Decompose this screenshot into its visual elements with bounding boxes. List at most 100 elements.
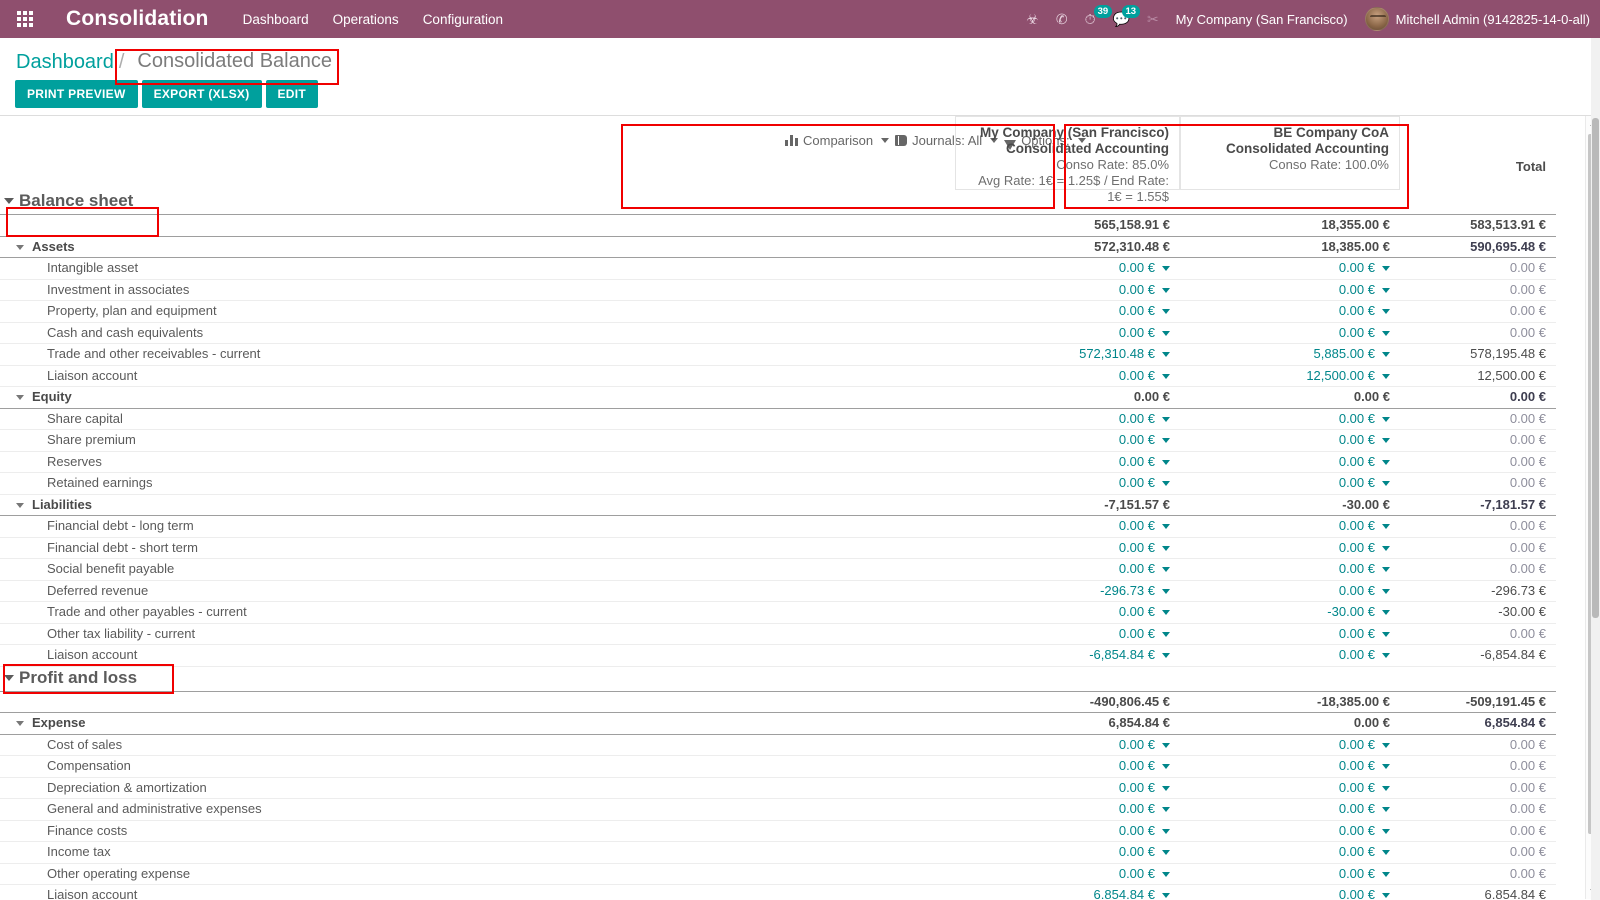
cell-dropdown-caret-icon[interactable] (1162, 893, 1170, 899)
cell-company-2[interactable]: 0.00 € (1180, 472, 1400, 495)
cell-dropdown-caret-icon[interactable] (1382, 481, 1390, 487)
cell-company-1[interactable]: -6,854.84 € (955, 644, 1180, 667)
cell-dropdown-caret-icon[interactable] (1162, 481, 1170, 487)
cell-company-1[interactable]: 0.00 € (955, 755, 1180, 778)
cell-company-1[interactable]: -296.73 € (955, 580, 1180, 602)
cell-company-2[interactable]: 0.00 € (1180, 580, 1400, 602)
cell-company-2[interactable]: 0.00 € (1180, 798, 1400, 821)
section-toggle-profit-and-loss[interactable]: Profit and loss (0, 667, 147, 691)
cell-dropdown-caret-icon[interactable] (1382, 438, 1390, 444)
table-row[interactable]: Cash and cash equivalents 0.00 € 0.00 € 0.0… (0, 322, 1556, 344)
table-row[interactable]: Property, plan and equipment 0.00 € 0.00 €… (0, 300, 1556, 323)
cell-company-1[interactable]: 0.00 € (955, 451, 1180, 473)
cell-dropdown-caret-icon[interactable] (1162, 567, 1170, 573)
cell-dropdown-caret-icon[interactable] (1382, 567, 1390, 573)
menu-item-operations[interactable]: Operations (333, 12, 399, 27)
cell-dropdown-caret-icon[interactable] (1162, 287, 1170, 293)
cell-company-1[interactable]: 0.00 € (955, 279, 1180, 301)
table-row[interactable]: Deferred revenue -296.73 € 0.00 € -296.73 € (0, 580, 1556, 602)
cell-dropdown-caret-icon[interactable] (1382, 524, 1390, 530)
cell-company-2[interactable]: 0.00 € (1180, 408, 1400, 430)
caret-down-icon[interactable] (16, 502, 24, 508)
messages-icon[interactable]: 💬 13 (1113, 5, 1141, 26)
table-row[interactable]: Finance costs 0.00 € 0.00 € 0.00 € (0, 820, 1556, 842)
menu-item-dashboard[interactable]: Dashboard (243, 12, 309, 27)
cell-dropdown-caret-icon[interactable] (1162, 416, 1170, 422)
activity-clock-icon[interactable]: ⏱ 39 (1085, 5, 1113, 26)
report-section-banner-row[interactable]: Profit and loss (0, 666, 1556, 692)
apps-grid-icon[interactable] (6, 0, 44, 38)
cell-company-2[interactable]: 0.00 € (1180, 863, 1400, 885)
cell-company-1[interactable]: 0.00 € (955, 820, 1180, 842)
cell-dropdown-caret-icon[interactable] (1382, 330, 1390, 336)
table-row[interactable]: Other tax liability - current 0.00 € 0.00 … (0, 623, 1556, 645)
cell-dropdown-caret-icon[interactable] (1382, 545, 1390, 551)
page-scrollbar-thumb[interactable] (1592, 118, 1599, 618)
cell-company-2[interactable]: 0.00 € (1180, 558, 1400, 581)
caret-down-icon[interactable] (4, 198, 14, 204)
cell-dropdown-caret-icon[interactable] (1162, 807, 1170, 813)
cell-dropdown-caret-icon[interactable] (1162, 438, 1170, 444)
cell-dropdown-caret-icon[interactable] (1382, 653, 1390, 659)
cell-company-2[interactable]: 5,885.00 € (1180, 343, 1400, 366)
cell-dropdown-caret-icon[interactable] (1162, 266, 1170, 272)
cell-company-2[interactable]: 0.00 € (1180, 644, 1400, 667)
cell-company-1[interactable]: 0.00 € (955, 515, 1180, 538)
cell-company-2[interactable]: 0.00 € (1180, 623, 1400, 645)
column-header-company-1[interactable]: My Company (San Francisco) Consolidated … (955, 116, 1180, 204)
page-vertical-scrollbar[interactable] (1591, 38, 1600, 900)
table-row[interactable]: Assets 572,310.48 € 18,385.00 € 590,695.48 … (0, 236, 1556, 258)
menu-item-configuration[interactable]: Configuration (423, 12, 503, 27)
cell-dropdown-caret-icon[interactable] (1382, 459, 1390, 465)
table-row[interactable]: Expense 6,854.84 € 0.00 € 6,854.84 € (0, 712, 1556, 735)
table-row[interactable]: Share capital 0.00 € 0.00 € 0.00 € (0, 408, 1556, 430)
cell-dropdown-caret-icon[interactable] (1162, 785, 1170, 791)
cell-dropdown-caret-icon[interactable] (1382, 610, 1390, 616)
table-row[interactable]: General and administrative expenses 0.00 … (0, 798, 1556, 821)
cell-company-1[interactable]: 0.00 € (955, 798, 1180, 821)
cell-dropdown-caret-icon[interactable] (1382, 352, 1390, 358)
cell-dropdown-caret-icon[interactable] (1382, 416, 1390, 422)
cell-dropdown-caret-icon[interactable] (1382, 871, 1390, 877)
table-row[interactable]: Retained earnings 0.00 € 0.00 € 0.00 € (0, 472, 1556, 495)
cell-company-1[interactable]: 0.00 € (955, 365, 1180, 387)
cell-dropdown-caret-icon[interactable] (1382, 828, 1390, 834)
table-row[interactable]: Financial debt - short term 0.00 € 0.00 € 0… (0, 537, 1556, 559)
caret-down-icon[interactable] (16, 244, 24, 250)
cell-dropdown-caret-icon[interactable] (1382, 850, 1390, 856)
cell-company-1[interactable]: 572,310.48 € (955, 343, 1180, 366)
cell-company-1[interactable]: 0.00 € (955, 300, 1180, 323)
cell-dropdown-caret-icon[interactable] (1382, 893, 1390, 899)
cell-dropdown-caret-icon[interactable] (1162, 309, 1170, 315)
caret-down-icon[interactable] (16, 721, 24, 727)
cell-dropdown-caret-icon[interactable] (1382, 373, 1390, 379)
cell-company-2[interactable]: 0.00 € (1180, 322, 1400, 344)
cell-company-2[interactable]: 0.00 € (1180, 429, 1400, 452)
cell-dropdown-caret-icon[interactable] (1162, 373, 1170, 379)
cell-dropdown-caret-icon[interactable] (1382, 807, 1390, 813)
cell-company-1[interactable]: 0.00 € (955, 863, 1180, 885)
cell-company-2[interactable]: 0.00 € (1180, 884, 1400, 899)
cell-dropdown-caret-icon[interactable] (1162, 742, 1170, 748)
app-brand[interactable]: Consolidation (66, 7, 209, 31)
table-row[interactable]: Liaison account 0.00 € 12,500.00 € 12,500.0… (0, 365, 1556, 387)
table-row[interactable]: Liaison account -6,854.84 € 0.00 € -6,854.8… (0, 644, 1556, 667)
cell-dropdown-caret-icon[interactable] (1382, 588, 1390, 594)
cell-company-1[interactable]: 0.00 € (955, 322, 1180, 344)
cell-dropdown-caret-icon[interactable] (1162, 828, 1170, 834)
cell-dropdown-caret-icon[interactable] (1162, 631, 1170, 637)
print-preview-button[interactable]: PRINT PREVIEW (15, 80, 138, 108)
table-row[interactable]: Other operating expense 0.00 € 0.00 € 0.00 … (0, 863, 1556, 885)
cell-company-1[interactable]: 0.00 € (955, 558, 1180, 581)
table-row[interactable]: Liabilities -7,151.57 € -30.00 € -7,181.57 … (0, 494, 1556, 516)
cell-company-2[interactable]: 12,500.00 € (1180, 365, 1400, 387)
table-row[interactable]: Equity 0.00 € 0.00 € 0.00 € (0, 386, 1556, 409)
user-menu[interactable]: Mitchell Admin (9142825-14-0-all) (1364, 7, 1590, 31)
cell-company-2[interactable]: 0.00 € (1180, 279, 1400, 301)
cell-company-1[interactable]: 0.00 € (955, 257, 1180, 280)
report-scroll-area[interactable]: My Company (San Francisco) Consolidated … (0, 116, 1600, 899)
table-row[interactable]: Investment in associates 0.00 € 0.00 € 0.00… (0, 279, 1556, 301)
cell-company-1[interactable]: 6,854.84 € (955, 884, 1180, 899)
phone-icon[interactable]: ✆ (1056, 12, 1068, 26)
cell-company-2[interactable]: 0.00 € (1180, 734, 1400, 756)
